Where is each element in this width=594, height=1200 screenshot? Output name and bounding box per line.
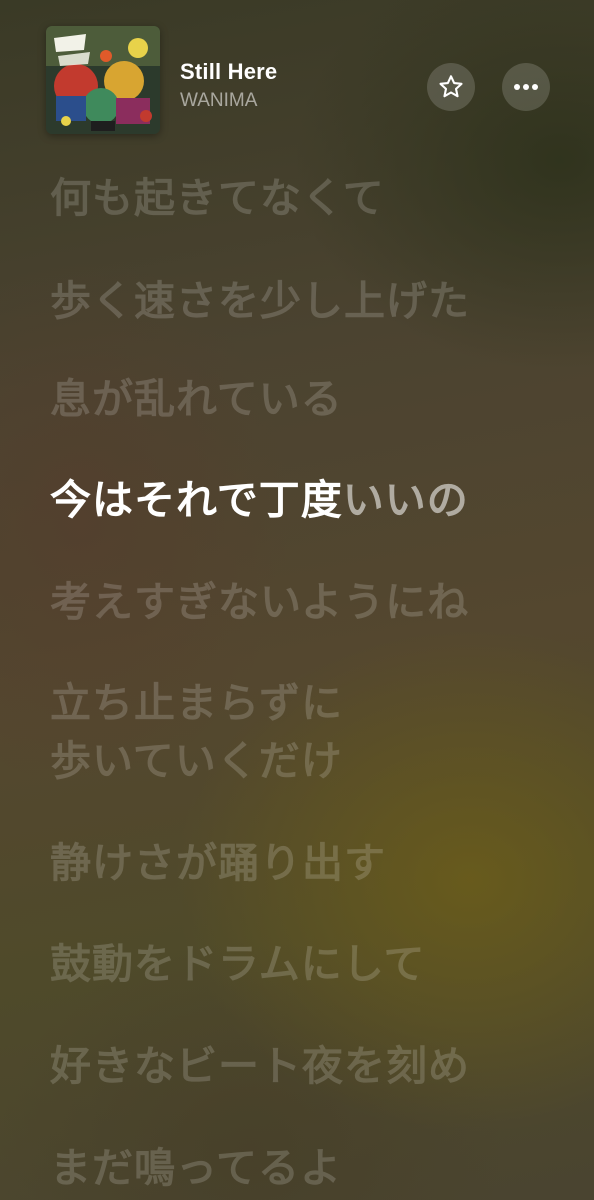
lyric-line[interactable]: 好きなビート夜を刻め bbox=[50, 1038, 470, 1095]
lyric-line-continuation[interactable]: 歩いていくだけ bbox=[50, 733, 343, 790]
lyric-unsung-portion: いいの bbox=[342, 476, 469, 524]
lyric-line[interactable]: 立ち止まらずに bbox=[50, 675, 343, 732]
lyric-line[interactable]: まだ鳴ってるよ bbox=[50, 1140, 342, 1197]
lyric-line[interactable]: 考えすぎないようにね bbox=[50, 574, 469, 631]
track-artist: WANIMA bbox=[180, 90, 258, 111]
lyric-line[interactable]: 息が乱れている bbox=[50, 371, 343, 428]
now-playing-header: Still Here WANIMA bbox=[0, 0, 594, 160]
ellipsis-icon bbox=[514, 84, 538, 90]
track-title: Still Here bbox=[180, 59, 278, 84]
lyric-line[interactable]: 鼓動をドラムにして bbox=[50, 936, 426, 993]
more-button[interactable] bbox=[502, 63, 550, 111]
lyric-line[interactable]: 何も起きてなくて bbox=[50, 170, 385, 227]
lyric-sung-portion: 今はそれで丁度 bbox=[50, 476, 343, 524]
lyric-line[interactable]: 歩く速さを少し上げた bbox=[50, 273, 470, 330]
album-artwork[interactable] bbox=[46, 26, 160, 134]
track-info[interactable]: Still Here WANIMA bbox=[180, 58, 277, 114]
favorite-button[interactable] bbox=[427, 63, 475, 111]
active-lyric-line[interactable]: 今はそれで丁度いいの bbox=[50, 472, 469, 529]
star-icon bbox=[439, 75, 463, 98]
lyric-line[interactable]: 静けさが踊り出す bbox=[50, 835, 386, 892]
